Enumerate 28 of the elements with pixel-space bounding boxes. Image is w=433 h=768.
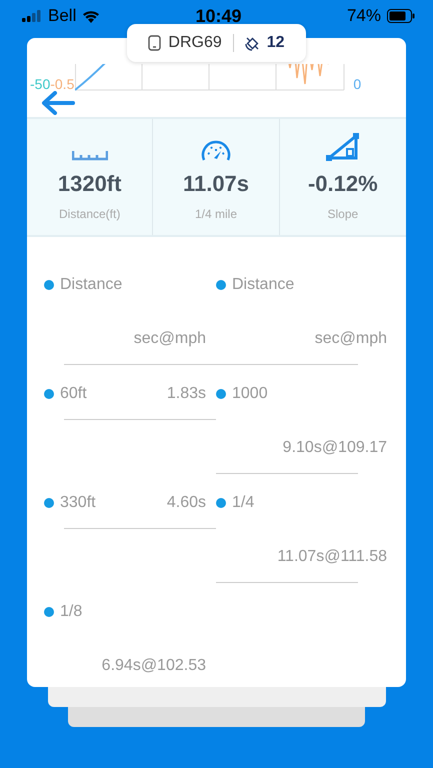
split-value: sec@mph <box>134 329 206 349</box>
stat-value: 1320ft <box>58 171 122 197</box>
stat-value: 11.07s <box>182 171 250 197</box>
split-label: Distance <box>60 275 122 295</box>
split-label: 1/8 <box>60 602 82 622</box>
split-value: 1.83s <box>166 384 206 404</box>
split-label: 60ft <box>60 384 87 404</box>
split-value: 6.94s@102.53 <box>102 656 206 676</box>
split-label: Distance <box>232 275 294 295</box>
device-name: DRG69 <box>168 34 222 52</box>
stat-label: 1/4 mile <box>194 207 237 221</box>
split-value: 11.07s@111.58 <box>277 547 387 567</box>
axis-label: -0.5 <box>50 76 74 92</box>
stat-label: Distance(ft) <box>58 207 120 221</box>
axis-label: -50 <box>30 76 50 92</box>
axis-label: 0 <box>353 76 362 92</box>
split-label: 1000 <box>232 384 268 404</box>
stat-label: Slope <box>327 207 358 221</box>
split-value: 9.10s@109.17 <box>282 438 387 458</box>
split-label: 330ft <box>60 493 96 513</box>
stat-value: -0.12% <box>308 171 378 197</box>
battery-percent: 74% <box>346 6 381 26</box>
split-label: 1/4 <box>232 493 254 513</box>
split-value: sec@mph <box>314 329 387 349</box>
satellite-count: 12 <box>266 34 285 52</box>
split-value: 4.60s <box>166 493 206 513</box>
clock-time: 10:49 <box>195 6 242 26</box>
carrier-name: Bell <box>48 6 76 26</box>
